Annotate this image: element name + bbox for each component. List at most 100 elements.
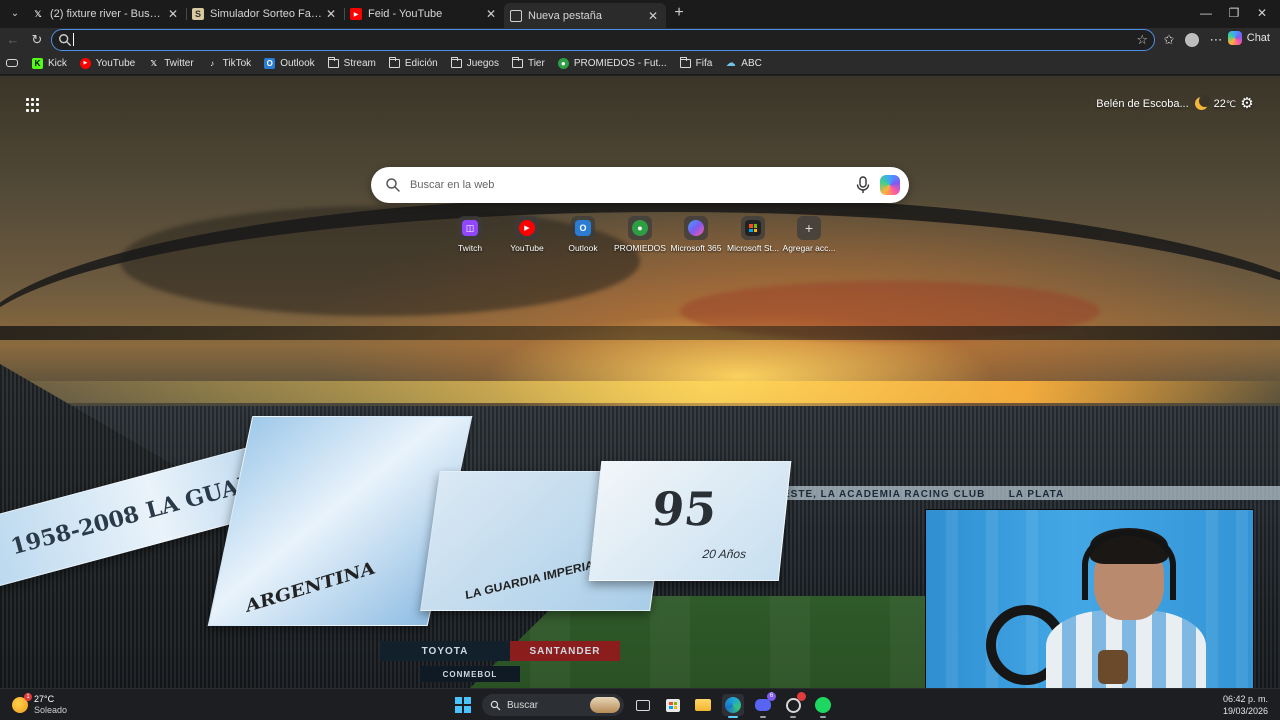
bookmark-kick[interactable]: K Kick — [32, 57, 67, 69]
address-input[interactable] — [74, 31, 1114, 49]
location-label: Belén de Escoba... — [1096, 97, 1189, 110]
quick-link-twitch[interactable]: ◫ Twitch — [441, 216, 499, 253]
quick-link-label: PROMIEDOS — [614, 243, 666, 253]
tab-title: Nueva pestaña — [528, 9, 602, 22]
close-tab-icon[interactable]: ✕ — [166, 7, 180, 21]
bookmark-outlook[interactable]: O Outlook — [264, 57, 315, 69]
quick-link-outlook[interactable]: O Outlook — [554, 216, 612, 253]
search-highlight-icon — [590, 697, 620, 713]
newtab-icon — [510, 9, 522, 22]
taskbar-weather-widget[interactable]: 1 27°C Soleado — [12, 693, 68, 716]
refresh-icon[interactable]: ↻ — [28, 31, 46, 49]
bookmarks-sidebar-toggle-icon[interactable] — [6, 59, 18, 67]
minimize-icon[interactable]: — — [1196, 4, 1216, 22]
obs-icon[interactable] — [782, 692, 806, 718]
quick-link-tile: ● — [628, 216, 652, 240]
running-indicator — [728, 716, 738, 718]
bookmark-label: Juegos — [466, 57, 499, 69]
promiedos-icon: ● — [557, 57, 569, 69]
bookmark-folder-stream[interactable]: Stream — [327, 56, 376, 69]
taskbar-search-label: Buscar — [507, 699, 539, 711]
favorite-star-icon[interactable]: ☆ — [1136, 32, 1148, 48]
x-icon: 𝕏 — [150, 58, 157, 68]
start-windows-icon[interactable] — [452, 694, 474, 716]
new-tab-plus-icon[interactable]: + — [670, 4, 688, 22]
bookmark-label: Twitter — [164, 57, 194, 69]
kick-icon: K — [32, 57, 43, 69]
bookmark-youtube[interactable]: ▶ YouTube — [79, 57, 135, 69]
close-tab-icon[interactable]: ✕ — [484, 7, 498, 21]
stands-banner: CELESTE, LA ACADEMIA RACING CLUB LA PLAT… — [740, 486, 1280, 500]
banner-text: ARGENTINA — [244, 557, 376, 618]
quick-link-youtube[interactable]: ▶ YouTube — [498, 216, 556, 253]
quick-link-tile: + — [797, 216, 821, 240]
add-shortcut-button[interactable]: + Agregar acc... — [780, 216, 838, 253]
quick-link-microsoft-store[interactable]: Microsoft St... — [724, 216, 782, 253]
quick-link-promiedos[interactable]: ● PROMIEDOS — [611, 216, 669, 253]
quick-link-tile: O — [571, 216, 595, 240]
bookmark-abc[interactable]: ☁ ABC — [725, 58, 762, 69]
web-search-input[interactable] — [410, 176, 840, 194]
bookmark-folder-juegos[interactable]: Juegos — [450, 56, 499, 69]
address-bar[interactable]: ☆ — [51, 29, 1155, 51]
more-options-icon[interactable]: ⋯ — [1207, 31, 1225, 49]
task-view-icon[interactable] — [632, 694, 654, 716]
adboard-text: SANTANDER — [529, 645, 601, 657]
sun-icon: 1 — [12, 693, 32, 713]
outlook-icon: O — [575, 220, 591, 236]
tab-simulador[interactable]: S Simulador Sorteo Fase de Grupos ✕ — [186, 3, 344, 25]
bookmark-twitter[interactable]: 𝕏 Twitter — [148, 58, 193, 69]
microsoft-store-icon[interactable] — [662, 694, 684, 716]
restore-icon[interactable]: ❐ — [1224, 4, 1244, 22]
recording-indicator — [797, 692, 806, 701]
weather-description: Soleado — [34, 705, 68, 715]
spotify-icon[interactable] — [812, 694, 834, 718]
profile-avatar-icon[interactable] — [1183, 31, 1201, 49]
chat-label: Chat — [1246, 32, 1270, 44]
tab-youtube[interactable]: ▶ Feid - YouTube ✕ — [344, 3, 504, 25]
windows-taskbar: 1 27°C Soleado Buscar 6 06:42 p. m. 19/0… — [0, 688, 1280, 720]
settings-gear-icon[interactable]: ⚙ — [1239, 96, 1255, 112]
adboard-toyota: TOYOTA — [380, 641, 510, 661]
mate-cup — [1098, 650, 1128, 684]
chat-button[interactable]: Chat — [1227, 31, 1270, 45]
headset — [1082, 530, 1176, 600]
favorites-icon[interactable]: ✩ — [1160, 31, 1178, 49]
search-icon — [59, 34, 71, 46]
close-tab-icon[interactable]: ✕ — [646, 9, 660, 23]
close-tab-icon[interactable]: ✕ — [324, 7, 338, 21]
abc-icon: ☁ — [725, 57, 736, 69]
plus-icon: + — [804, 220, 814, 236]
back-arrow-icon[interactable]: ← — [4, 31, 22, 49]
bookmark-folder-tier[interactable]: Tier — [511, 56, 545, 69]
close-window-icon[interactable]: ✕ — [1252, 4, 1272, 22]
weather-widget[interactable]: Belén de Escoba... 22℃ — [1096, 95, 1236, 110]
banner-text: LA PLATA — [1008, 489, 1065, 500]
web-search-box[interactable] — [371, 167, 909, 203]
taskbar-search[interactable]: Buscar — [482, 694, 624, 716]
tab-actions-menu-icon[interactable]: ⌄ — [6, 6, 24, 22]
microphone-icon[interactable] — [855, 176, 871, 194]
quick-link-label: Microsoft St... — [727, 243, 779, 253]
file-explorer-icon[interactable] — [692, 694, 714, 716]
bookmark-folder-fifa[interactable]: Fifa — [679, 56, 713, 69]
tab-twitter[interactable]: 𝕏 (2) fixture river - Buscar / X ✕ — [26, 3, 186, 25]
adboard-text: TOYOTA — [421, 645, 469, 657]
bookmark-promiedos[interactable]: ● PROMIEDOS - Fut... — [557, 57, 667, 69]
banner-text: 1958-2008 — [8, 501, 142, 561]
copilot-icon[interactable] — [880, 175, 900, 195]
bookmark-folder-edicion[interactable]: Edición — [388, 56, 438, 69]
system-clock[interactable]: 06:42 p. m. 19/03/2026 — [1223, 693, 1268, 717]
adboard-text: CONMEBOL — [442, 669, 498, 679]
tab-nueva-pestana[interactable]: Nueva pestaña ✕ — [504, 3, 666, 28]
edge-browser-icon[interactable] — [722, 694, 744, 718]
quick-link-microsoft-365[interactable]: Microsoft 365 — [667, 216, 725, 253]
quick-link-label: Microsoft 365 — [670, 243, 722, 253]
adboard-conmebol: CONMEBOL — [420, 666, 520, 682]
discord-icon[interactable]: 6 — [752, 692, 776, 718]
bookmark-tiktok[interactable]: ♪ TikTok — [207, 58, 251, 69]
apps-launcher-icon[interactable] — [26, 98, 40, 112]
bookmark-label: Fifa — [695, 57, 713, 69]
clock-date: 19/03/2026 — [1222, 706, 1268, 716]
search-icon — [386, 178, 400, 192]
